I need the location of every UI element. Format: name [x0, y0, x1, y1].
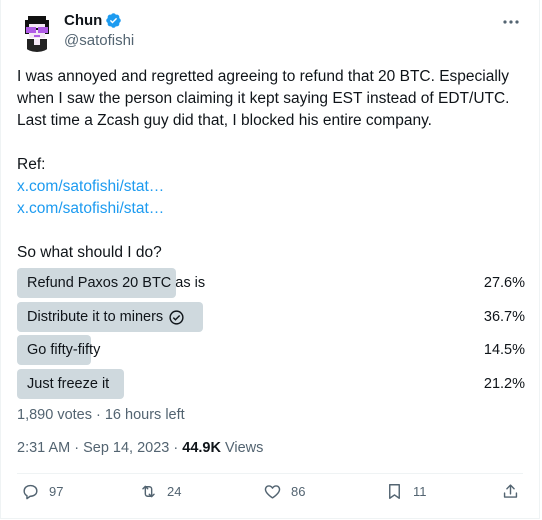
- bookmark-button[interactable]: 11: [385, 482, 427, 501]
- poll-option-label: Distribute it to miners: [27, 309, 185, 326]
- poll-option-percent: 27.6%: [483, 275, 525, 291]
- author-name[interactable]: Chun: [64, 12, 102, 29]
- check-circle-icon: [169, 309, 184, 325]
- verified-badge-icon[interactable]: [105, 12, 122, 29]
- poll-option-percent: 14.5%: [483, 342, 525, 358]
- ref-label: Ref:: [17, 156, 46, 173]
- share-button[interactable]: [501, 482, 520, 501]
- poll-option: Just freeze it 21.2%: [17, 368, 527, 399]
- poll-option: Distribute it to miners 36.7%: [17, 301, 527, 332]
- repost-count: 24: [167, 484, 182, 499]
- poll: Refund Paxos 20 BTC as is 27.6% Distribu…: [17, 268, 527, 402]
- like-button[interactable]: 86: [263, 482, 305, 501]
- heart-icon: [264, 485, 281, 499]
- poll-question: So what should I do?: [17, 244, 162, 261]
- tweet-paragraph: I was annoyed and regretted agreeing to …: [17, 68, 510, 129]
- poll-option: Refund Paxos 20 BTC as is 27.6%: [17, 268, 527, 298]
- divider: [17, 473, 523, 474]
- avatar[interactable]: [17, 12, 57, 52]
- poll-option-percent: 21.2%: [483, 375, 525, 392]
- poll-option-percent: 36.7%: [483, 308, 525, 325]
- more-options-icon[interactable]: [501, 12, 521, 32]
- author-name-row: Chun: [64, 12, 122, 29]
- reply-button[interactable]: 97: [21, 482, 63, 501]
- poll-option-label: Go fifty-fifty: [27, 342, 101, 358]
- reply-count: 97: [49, 484, 64, 499]
- views-count: 44.9K: [182, 440, 221, 456]
- pixel-avatar-icon: [17, 12, 57, 52]
- ref-link-2[interactable]: x.com/satofishi/stat…: [17, 198, 527, 220]
- bookmark-count: 11: [413, 484, 427, 499]
- like-count: 86: [291, 484, 306, 499]
- share-icon: [503, 484, 518, 498]
- tweet-time[interactable]: 2:31 AM · Sep 14, 2023 ·: [17, 440, 182, 456]
- tweet-timestamp: 2:31 AM · Sep 14, 2023 · 44.9K Views: [17, 440, 263, 456]
- poll-option-label: Just freeze it: [27, 375, 110, 392]
- poll-option-text: Distribute it to miners: [27, 309, 164, 325]
- repost-button[interactable]: 24: [139, 482, 181, 501]
- reply-icon: [23, 484, 38, 500]
- repost-icon: [142, 485, 155, 498]
- tweet-text: I was annoyed and regretted agreeing to …: [17, 66, 527, 264]
- author-handle[interactable]: @satofishi: [64, 32, 134, 49]
- action-bar: 97 24 86 11: [1, 482, 541, 506]
- bookmark-icon: [389, 484, 400, 499]
- tweet-card: Chun @satofishi I was annoyed and regret…: [0, 0, 540, 519]
- views-label: Views: [220, 440, 264, 456]
- poll-meta: 1,890 votes · 16 hours left: [17, 407, 185, 423]
- ref-link-1[interactable]: x.com/satofishi/stat…: [17, 176, 527, 198]
- poll-option: Go fifty-fifty 14.5%: [17, 335, 527, 365]
- poll-option-label: Refund Paxos 20 BTC as is: [27, 275, 206, 291]
